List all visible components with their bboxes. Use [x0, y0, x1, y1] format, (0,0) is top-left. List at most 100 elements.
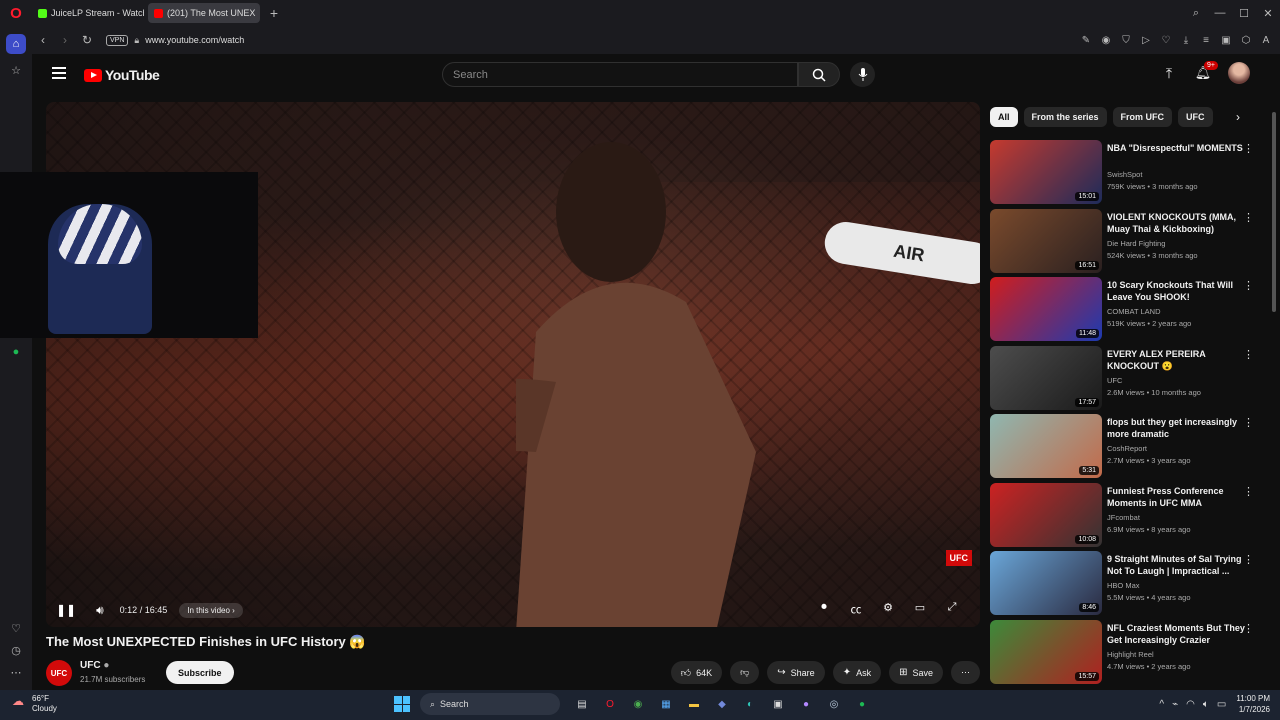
- recommendation-channel[interactable]: SwishSpot: [1107, 170, 1142, 179]
- more-icon[interactable]: ⋯: [6, 662, 26, 682]
- channel-name[interactable]: UFC ●: [80, 660, 109, 671]
- heart-icon[interactable]: ♡: [1156, 35, 1176, 46]
- video-thumbnail[interactable]: 16:51: [990, 208, 1102, 273]
- scrollbar-thumb[interactable]: [1272, 112, 1276, 312]
- theater-mode-icon[interactable]: ▭: [904, 601, 936, 617]
- dislike-button[interactable]: 👎︎: [730, 661, 760, 684]
- recommendation-item[interactable]: 5:31 flops but they get increasingly more…: [990, 414, 1254, 478]
- chapter-button[interactable]: In this video ›: [179, 602, 243, 618]
- pause-icon[interactable]: ❚❚: [56, 603, 76, 617]
- youtube-logo[interactable]: YouTube: [84, 67, 160, 83]
- recommendation-channel[interactable]: CoshReport: [1107, 444, 1147, 453]
- notifications-bell-icon[interactable]: 🔔︎ 9+: [1192, 61, 1218, 81]
- more-vert-icon[interactable]: ⋮: [1243, 279, 1254, 292]
- new-tab-button[interactable]: +: [264, 5, 284, 21]
- photos-icon[interactable]: ▦: [656, 694, 676, 714]
- profile-icon[interactable]: ▣: [1216, 35, 1236, 46]
- play-icon[interactable]: ▷: [1136, 35, 1156, 46]
- recommendation-channel[interactable]: JFcombat: [1107, 513, 1140, 522]
- like-button[interactable]: 👍︎ 64K: [670, 661, 723, 684]
- store-icon[interactable]: ▣: [768, 694, 788, 714]
- recommendation-channel[interactable]: HBO Max: [1107, 581, 1140, 590]
- search-input[interactable]: Search: [442, 62, 798, 87]
- edit-icon[interactable]: ✎: [1076, 35, 1096, 46]
- forward-icon[interactable]: ›: [54, 33, 76, 47]
- more-vert-icon[interactable]: ⋮: [1243, 416, 1254, 429]
- opera-logo-icon[interactable]: O: [0, 0, 32, 26]
- extensions-icon[interactable]: ⬡: [1236, 35, 1256, 46]
- recommendation-title[interactable]: NFL Craziest Moments But They Get Increa…: [1107, 622, 1247, 646]
- chrome-icon[interactable]: ◉: [628, 694, 648, 714]
- vpn-badge[interactable]: VPN: [106, 34, 129, 46]
- reload-icon[interactable]: ↻: [76, 33, 98, 47]
- recommendation-item[interactable]: 11:48 10 Scary Knockouts That Will Leave …: [990, 277, 1254, 341]
- recommendation-title[interactable]: 10 Scary Knockouts That Will Leave You S…: [1107, 279, 1247, 303]
- history-icon[interactable]: ◷: [6, 640, 26, 660]
- more-vert-icon[interactable]: ⋮: [1243, 348, 1254, 361]
- upload-icon[interactable]: ⤒: [1158, 65, 1180, 82]
- recommendation-item[interactable]: 16:51 VIOLENT KNOCKOUTS (MMA, Muay Thai &…: [990, 208, 1254, 273]
- subscribe-button[interactable]: Subscribe: [166, 661, 234, 684]
- favorites-heart-icon[interactable]: ♡: [6, 618, 26, 638]
- clock[interactable]: 11:00 PM 1/7/2026: [1236, 693, 1270, 715]
- recommendation-channel[interactable]: Die Hard Fighting: [1107, 239, 1165, 248]
- back-icon[interactable]: ‹: [32, 33, 54, 47]
- video-thumbnail[interactable]: 17:57: [990, 345, 1102, 410]
- chip-ufc[interactable]: UFC: [1178, 107, 1213, 127]
- recommendation-title[interactable]: 9 Straight Minutes of Sal Trying Not To …: [1107, 553, 1247, 577]
- aria-icon[interactable]: A: [1256, 35, 1276, 46]
- account-avatar[interactable]: [1228, 62, 1250, 84]
- recommendation-title[interactable]: flops but they get increasingly more dra…: [1107, 416, 1247, 440]
- video-thumbnail[interactable]: 8:46: [990, 551, 1102, 615]
- chip-all[interactable]: All: [990, 107, 1018, 127]
- battery-icon[interactable]: ▭: [1217, 699, 1226, 710]
- minimize-icon[interactable]: —: [1208, 7, 1232, 19]
- more-vert-icon[interactable]: ⋮: [1243, 485, 1254, 498]
- recommendation-title[interactable]: Funniest Press Conference Moments in UFC…: [1107, 485, 1247, 509]
- voice-search-button[interactable]: [850, 62, 875, 87]
- video-thumbnail[interactable]: 10:08: [990, 482, 1102, 547]
- folder-icon[interactable]: ▬: [684, 694, 704, 714]
- autoplay-toggle-icon[interactable]: ⏺: [808, 601, 840, 617]
- tab-juicelp[interactable]: JuiceLP Stream - Watch Li: [32, 3, 144, 23]
- tab-youtube[interactable]: (201) The Most UNEX: [148, 3, 260, 23]
- more-vert-icon[interactable]: ⋮: [1243, 553, 1254, 566]
- chevron-right-icon[interactable]: ›: [1236, 110, 1240, 124]
- recommendation-title[interactable]: VIOLENT KNOCKOUTS (MMA, Muay Thai & Kick…: [1107, 211, 1247, 235]
- recommendation-item[interactable]: 17:57 EVERY ALEX PEREIRA KNOCKOUT 😮 UFC 2.6…: [990, 345, 1254, 410]
- maximize-icon[interactable]: ☐: [1232, 7, 1256, 20]
- video-thumbnail[interactable]: 15:57: [990, 619, 1102, 684]
- messenger-icon[interactable]: ●: [796, 694, 816, 714]
- spotify-taskbar-icon[interactable]: ●: [852, 694, 872, 714]
- recommendation-item[interactable]: 8:46 9 Straight Minutes of Sal Trying Not…: [990, 551, 1254, 615]
- fullscreen-icon[interactable]: ⤢: [936, 601, 968, 617]
- wifi-icon[interactable]: ◠: [1186, 699, 1195, 710]
- recommendation-channel[interactable]: COMBAT LAND: [1107, 307, 1160, 316]
- recommendation-title[interactable]: EVERY ALEX PEREIRA KNOCKOUT 😮: [1107, 348, 1247, 372]
- file-explorer-icon[interactable]: ▤: [572, 694, 592, 714]
- more-actions-button[interactable]: ⋯: [951, 661, 980, 684]
- bookmarks-icon[interactable]: ☆: [6, 60, 26, 80]
- weather-widget[interactable]: ☁ 66°F Cloudy: [12, 694, 57, 714]
- volume-icon[interactable]: 🔊︎: [96, 603, 104, 618]
- video-thumbnail[interactable]: 11:48: [990, 277, 1102, 341]
- discord-icon[interactable]: ◆: [712, 694, 732, 714]
- video-thumbnail[interactable]: 5:31: [990, 414, 1102, 478]
- search-tabs-icon[interactable]: ⌕: [1184, 7, 1208, 20]
- close-icon[interactable]: ✕: [1256, 7, 1280, 20]
- save-button[interactable]: ⊞ Save: [889, 661, 943, 684]
- spotify-icon[interactable]: ●: [6, 342, 26, 362]
- opera-taskbar-icon[interactable]: O: [600, 694, 620, 714]
- windows-start-icon[interactable]: [394, 696, 410, 712]
- ask-button[interactable]: ✦ Ask: [832, 661, 882, 684]
- recommendation-channel[interactable]: UFC: [1107, 376, 1122, 385]
- edge-icon[interactable]: ◐: [740, 694, 760, 714]
- more-vert-icon[interactable]: ⋮: [1243, 622, 1254, 635]
- steam-icon[interactable]: ◎: [824, 694, 844, 714]
- shield-icon[interactable]: ⛉: [1116, 35, 1136, 46]
- video-thumbnail[interactable]: 15:01: [990, 140, 1102, 204]
- menu-lines-icon[interactable]: ≡: [1196, 35, 1216, 46]
- recommendation-item[interactable]: 15:57 NFL Craziest Moments But They Get I…: [990, 619, 1254, 684]
- taskbar-search[interactable]: ⌕ Search: [420, 693, 560, 715]
- search-button[interactable]: [798, 62, 840, 87]
